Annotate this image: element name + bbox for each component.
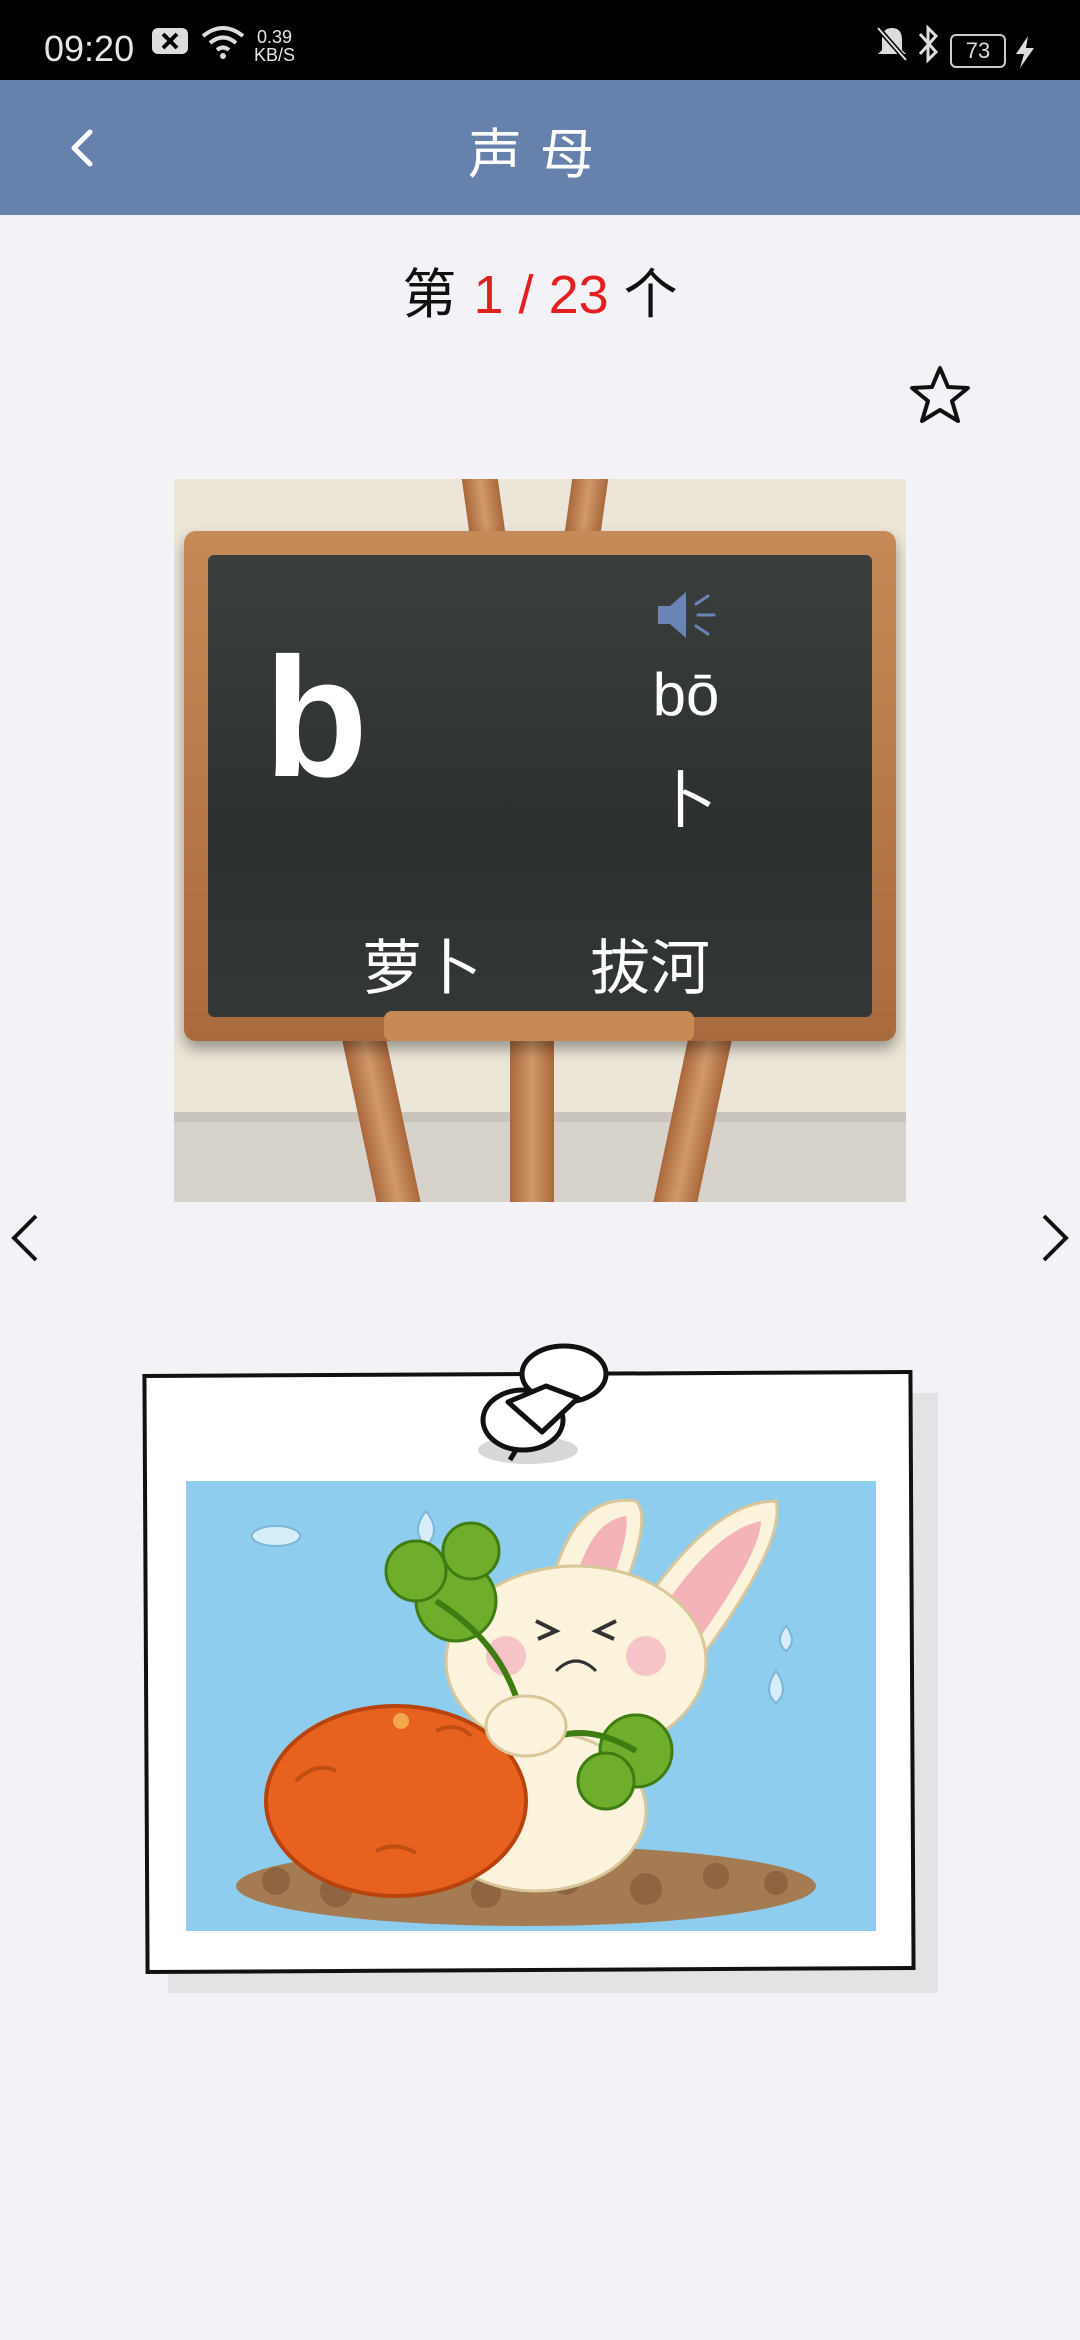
- counter-current: 1: [473, 265, 504, 325]
- example-word-1: 萝卜: [362, 934, 482, 1004]
- battery-level: 73: [965, 38, 991, 63]
- rabbit-carrot-illustration: [186, 1481, 876, 1931]
- counter-suffix: 个: [623, 263, 678, 326]
- wifi-icon: [200, 24, 246, 64]
- counter-separator: /: [503, 265, 549, 325]
- speed-value: 0.39: [256, 27, 293, 47]
- status-time: 09:20: [44, 28, 135, 69]
- progress-counter: 第 1 / 23 个: [0, 250, 1080, 329]
- mute-bell-icon: [874, 24, 910, 68]
- app-header: 声母: [0, 80, 1080, 215]
- favorite-button[interactable]: [908, 364, 972, 426]
- initial-letter: b: [264, 623, 368, 813]
- network-speed: 0.39 KB/S: [254, 28, 295, 64]
- pinyin-label: bō: [652, 661, 720, 728]
- bluetooth-icon: [914, 24, 942, 68]
- counter-total: 23: [548, 265, 609, 325]
- chevron-left-icon: [11, 1214, 38, 1262]
- next-button[interactable]: [1036, 1210, 1076, 1266]
- speaker-icon: [658, 592, 716, 638]
- play-sound-button[interactable]: [654, 584, 720, 646]
- page-title: 声母: [468, 123, 612, 186]
- speed-unit: KB/S: [254, 45, 296, 65]
- notification-x-icon: [150, 24, 190, 60]
- star-outline-icon: [910, 366, 970, 423]
- easel-leg-right-top: [563, 479, 609, 539]
- battery-icon: 73: [950, 34, 1006, 68]
- charging-bolt-icon: [1014, 36, 1036, 72]
- status-bar: 09:20 0.39 KB/S 73: [0, 0, 1080, 80]
- blackboard-illustration: [174, 479, 906, 1202]
- chalk-tray: [384, 1011, 694, 1041]
- example-word-2: 拔河: [590, 934, 710, 1004]
- prev-button[interactable]: [4, 1210, 44, 1266]
- easel-leg-mid: [510, 1039, 554, 1202]
- chevron-right-icon: [1042, 1214, 1069, 1262]
- counter-prefix: 第: [402, 263, 457, 326]
- easel-leg-left-top: [461, 479, 507, 539]
- character-label: 卜: [654, 764, 717, 837]
- push-pin-icon: [468, 1340, 618, 1470]
